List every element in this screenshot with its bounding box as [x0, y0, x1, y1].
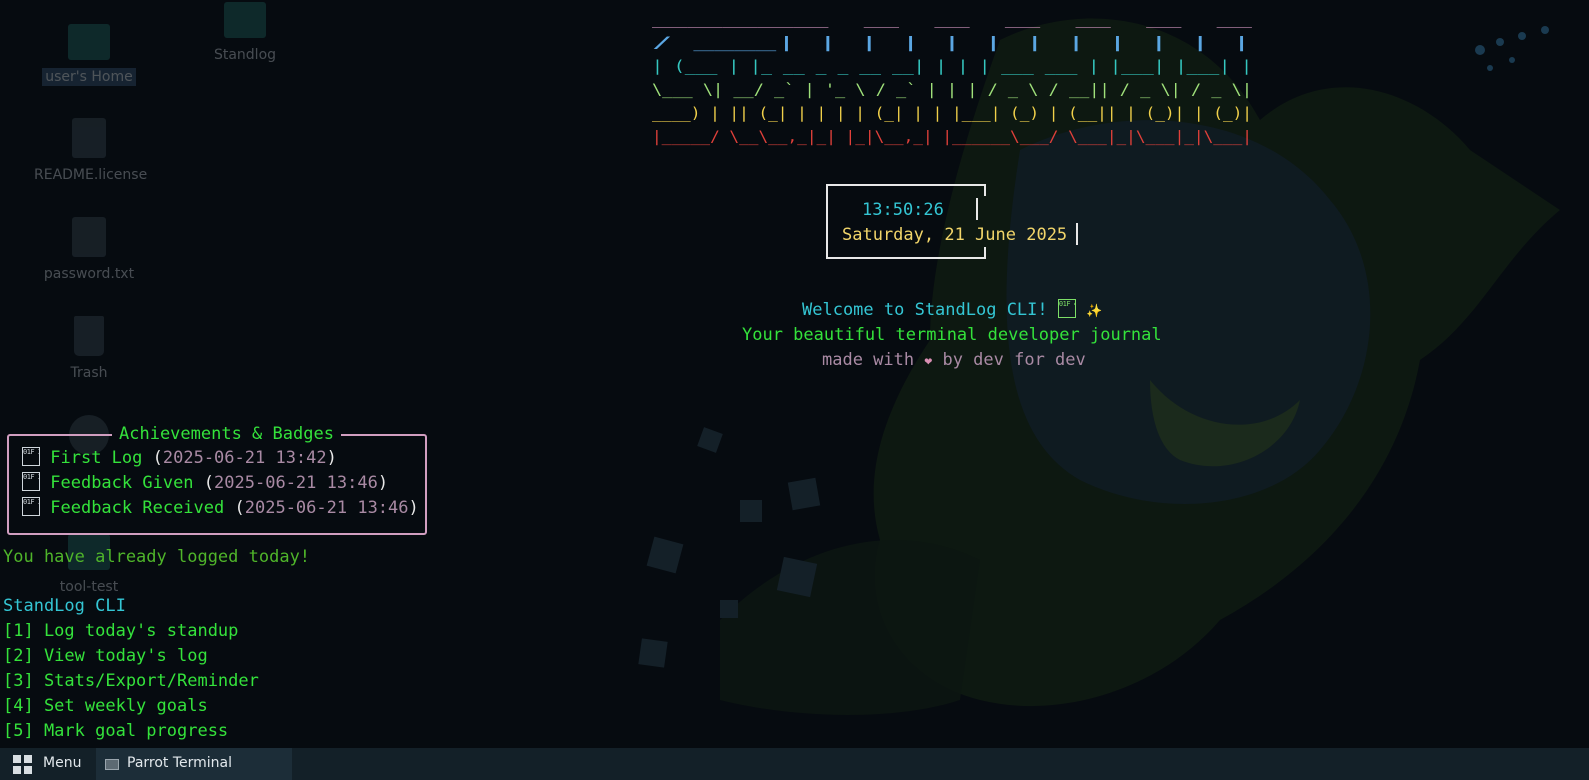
app-grid-icon	[13, 755, 32, 774]
menu-option-5[interactable]: [5] Mark goal progress	[3, 719, 228, 744]
sparkle-icon: ✨	[1086, 304, 1103, 319]
heart-icon: ❤	[924, 354, 933, 369]
welcome-title: Welcome to StandLog CLI!	[802, 300, 1048, 320]
taskbar-item-terminal[interactable]: Parrot Terminal	[96, 748, 292, 780]
ascii-banner-line: \___ \| __/ _` | '_ \ / _` | | | / _ \ /…	[652, 81, 1252, 99]
clock-frame-corner	[984, 184, 986, 196]
ascii-banner-line: _____ _ _ _ _ _ _	[652, 10, 1256, 28]
welcome-subtitle: Your beautiful terminal developer journa…	[742, 325, 1162, 345]
menu-option-1[interactable]: [1] Log today's standup	[3, 619, 238, 644]
clock-frame-corner	[984, 247, 986, 259]
terminal-cursor	[976, 198, 978, 220]
achievement-time: 2025-06-21 13:42	[162, 448, 327, 468]
menu-option-2[interactable]: [2] View today's log	[3, 644, 208, 669]
menu-option-3[interactable]: [3] Stats/Export/Reminder	[3, 669, 259, 694]
achievement-item: 01F 3C5 Feedback Given (2025-06-21 13:46…	[22, 472, 389, 493]
achievement-item: 01F 3C5 First Log (2025-06-21 13:42)	[22, 447, 337, 468]
memo-icon: 01F 4DD	[1057, 299, 1076, 318]
badge-icon: 01F 3C5	[22, 447, 40, 466]
clock-date: Saturday, 21 June 2025	[842, 225, 1068, 245]
ascii-banner-art: _____ _ _ _ _ _ _ / ____| | | | | | | | …	[652, 10, 1256, 146]
menu-title: StandLog CLI	[3, 596, 126, 616]
welcome-line: Welcome to StandLog CLI! 01F 4DD ✨	[802, 298, 1102, 324]
ascii-banner-line: | (___ | |_ __ _ _ __ __| | | | ___ ___ …	[652, 57, 1252, 75]
made-with-suffix: by dev for dev	[942, 350, 1086, 370]
ascii-banner-line: ____) | || (_| | | | | (_| | | |___| (_)…	[652, 104, 1252, 122]
badge-icon: 01F 3C5	[22, 497, 40, 516]
status-message: You have already logged today!	[3, 547, 311, 567]
terminal-icon	[105, 759, 119, 770]
start-menu-button[interactable]: Menu	[0, 748, 95, 780]
ascii-banner: _____ _ _ _ _ _ _ / ____| | | | | | | | …	[652, 6, 1262, 148]
achievements-title: Achievements & Badges	[112, 422, 341, 447]
clock-time: 13:50:26	[862, 200, 944, 220]
terminal-window[interactable]: _____ _ _ _ _ _ _ / ____| | | | | | | | …	[0, 0, 1589, 748]
achievement-time: 2025-06-21 13:46	[244, 498, 409, 518]
made-with-line: made with ❤ by dev for dev	[822, 348, 1086, 374]
menu-option-4[interactable]: [4] Set weekly goals	[3, 694, 208, 719]
achievement-name: First Log	[50, 448, 143, 468]
achievement-item: 01F 3C5 Feedback Received (2025-06-21 13…	[22, 497, 419, 518]
terminal-cursor	[1076, 223, 1078, 245]
start-menu-label: Menu	[43, 755, 82, 771]
taskbar-item-label: Parrot Terminal	[127, 755, 233, 771]
badge-icon: 01F 3C5	[22, 472, 40, 491]
achievement-name: Feedback Given	[50, 473, 194, 493]
made-with-prefix: made with	[822, 350, 915, 370]
ascii-banner-line: / ____| | | | | | | | | | | |	[652, 34, 1252, 52]
achievement-time: 2025-06-21 13:46	[214, 473, 378, 493]
taskbar: Menu Parrot Terminal	[0, 748, 1589, 780]
achievement-name: Feedback Received	[50, 498, 225, 518]
ascii-banner-line: |_____/ \__\__,_|_| |_|\__,_| |______\__…	[652, 128, 1252, 146]
